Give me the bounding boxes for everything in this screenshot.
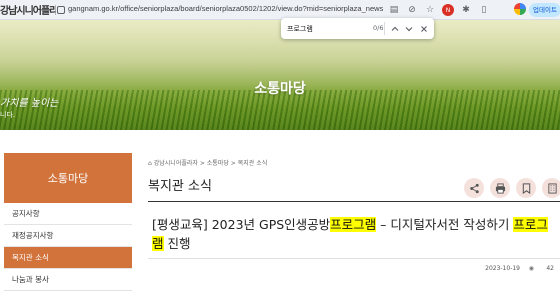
print-button[interactable] bbox=[490, 178, 510, 198]
post-meta: 2023-10-19 ◉ 42 bbox=[148, 258, 560, 278]
breadcrumb-current[interactable]: 복지관 소식 bbox=[238, 160, 268, 167]
site-info-icon[interactable] bbox=[57, 6, 65, 14]
toolbar-icons: ▤ ⊘ ☆ N ✱ ▯ bbox=[388, 3, 490, 17]
extensions-puzzle-icon[interactable]: ✱ bbox=[460, 4, 472, 16]
update-button[interactable]: 업데이트 bbox=[529, 3, 560, 17]
find-close-button[interactable] bbox=[418, 22, 430, 35]
page-title: 복지관 소식 bbox=[148, 179, 212, 194]
share-icon bbox=[469, 183, 479, 193]
post-date: 2023-10-19 bbox=[485, 265, 520, 272]
building-icon bbox=[547, 182, 557, 194]
url-text[interactable]: gangnam.go.kr/office/seniorplaza/board/s… bbox=[68, 4, 383, 13]
hero-title: 소통마당 bbox=[254, 81, 306, 97]
breadcrumb: ⌂ 강남시니어플라자 > 소통마당 > 복지관 소식 bbox=[148, 160, 268, 167]
find-match-count: 0/6 bbox=[373, 24, 384, 32]
bookmark-icon bbox=[522, 182, 530, 194]
close-icon bbox=[421, 25, 427, 32]
sidebar-header: 소통마당 bbox=[4, 153, 132, 203]
home-icon[interactable]: ⌂ bbox=[148, 160, 152, 167]
breadcrumb-home[interactable]: 강남시니어플라자 bbox=[154, 160, 198, 167]
find-divider bbox=[384, 22, 385, 35]
eye-off-icon[interactable]: ⊘ bbox=[406, 4, 418, 16]
sidebar-item-financial-notices[interactable]: 재정공지사항 bbox=[4, 225, 132, 247]
search-highlight: 프로그램 bbox=[330, 217, 377, 232]
profile-avatar[interactable] bbox=[514, 3, 526, 15]
sidebar-icon[interactable]: ▯ bbox=[478, 4, 490, 16]
site-logo-fragment: 강남시니어플라자 bbox=[0, 6, 56, 17]
eye-icon: ◉ bbox=[528, 265, 534, 272]
hero-slogan-sub: 니다. bbox=[0, 111, 16, 119]
print-icon bbox=[495, 182, 505, 194]
chevron-up-icon bbox=[391, 26, 399, 31]
breadcrumb-level1[interactable]: 소통마당 bbox=[207, 160, 229, 167]
find-input[interactable] bbox=[287, 22, 367, 35]
sidebar-item-center-news[interactable]: 복지관 소식 bbox=[4, 247, 132, 269]
hero-slogan: 가치를 높이는 bbox=[0, 98, 59, 109]
sidebar-item-notices[interactable]: 공지사항 bbox=[4, 203, 132, 225]
find-next-button[interactable] bbox=[403, 22, 415, 35]
sidebar-item-sharing-volunteer[interactable]: 나눔과 봉사 bbox=[4, 269, 132, 291]
hero-banner: 소통마당 가치를 높이는 니다. bbox=[0, 20, 560, 130]
browser-toolbar: 강남시니어플라자 gangnam.go.kr/office/seniorplaz… bbox=[0, 0, 560, 20]
title-divider bbox=[148, 201, 560, 202]
post-views: 42 bbox=[546, 265, 554, 272]
address-bar[interactable]: gangnam.go.kr/office/seniorplaza/board/s… bbox=[57, 2, 397, 18]
sitemap-button[interactable] bbox=[542, 178, 560, 198]
bookmark-button[interactable] bbox=[516, 178, 536, 198]
extension-icon[interactable]: N bbox=[442, 4, 454, 16]
post-title[interactable]: [평생교육] 2023년 GPS인생공방프로그램 – 디지털자서전 작성하기 프… bbox=[152, 215, 558, 253]
page-icon[interactable]: ▤ bbox=[388, 4, 400, 16]
find-bar: 0/6 bbox=[281, 18, 434, 39]
chevron-down-icon bbox=[405, 26, 413, 31]
page-tools bbox=[464, 178, 560, 198]
share-button[interactable] bbox=[464, 178, 484, 198]
sidebar-menu: 공지사항 재정공지사항 복지관 소식 나눔과 봉사 bbox=[4, 203, 132, 291]
find-previous-button[interactable] bbox=[389, 22, 401, 35]
bookmark-star-icon[interactable]: ☆ bbox=[424, 4, 436, 16]
